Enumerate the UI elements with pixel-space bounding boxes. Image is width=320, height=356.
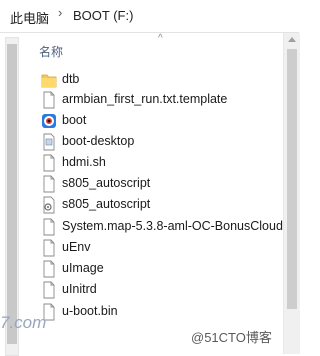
- file-name: uEnv: [62, 240, 91, 254]
- file-name: hdmi.sh: [62, 155, 106, 169]
- navigation-scrollbar-thumb[interactable]: [7, 44, 17, 344]
- list-item[interactable]: hdmi.sh: [24, 153, 280, 173]
- config-file-icon: [43, 196, 55, 214]
- list-item[interactable]: s805_autoscript: [24, 195, 280, 215]
- text-file-icon: [43, 239, 55, 257]
- image-file-icon: [43, 133, 55, 151]
- file-name: u-boot.bin: [62, 304, 118, 318]
- text-file-icon: [43, 218, 55, 236]
- watermark-left: 7.com: [0, 313, 47, 332]
- file-name: uInitrd: [62, 282, 97, 296]
- scroll-up-arrow-icon[interactable]: [288, 37, 296, 42]
- navigation-scrollbar[interactable]: [5, 37, 19, 356]
- explorer-pane: 名称 ^ dtb armbian_first_run.txt.template: [0, 33, 300, 356]
- list-item[interactable]: boot: [24, 111, 280, 131]
- text-file-icon: [43, 260, 55, 278]
- folder-icon: [41, 74, 57, 88]
- column-header-label: 名称: [39, 45, 64, 59]
- list-item[interactable]: System.map-5.3.8-aml-OC-BonusCloud: [24, 217, 283, 237]
- file-name: dtb: [62, 72, 80, 86]
- text-file-icon: [43, 154, 55, 172]
- navigation-pane: [0, 33, 22, 356]
- file-name: armbian_first_run.txt.template: [62, 92, 228, 106]
- breadcrumb-this-pc[interactable]: 此电脑: [10, 8, 49, 27]
- text-file-icon: [43, 175, 55, 193]
- watermark-right: @51CTO博客: [191, 330, 272, 345]
- file-name: s805_autoscript: [62, 176, 151, 190]
- list-item[interactable]: u-boot.bin: [24, 302, 280, 322]
- file-list: 名称 ^ dtb armbian_first_run.txt.template: [24, 33, 283, 354]
- list-item[interactable]: boot-desktop: [24, 132, 280, 152]
- text-file-icon: [43, 281, 55, 299]
- vertical-scrollbar[interactable]: [283, 33, 300, 354]
- list-item[interactable]: uEnv: [24, 238, 280, 258]
- file-name: uImage: [62, 261, 104, 275]
- list-item[interactable]: armbian_first_run.txt.template: [24, 90, 280, 110]
- vertical-scrollbar-thumb[interactable]: [287, 49, 297, 309]
- file-name: s805_autoscript: [62, 197, 151, 211]
- list-item[interactable]: uImage: [24, 259, 280, 279]
- file-name: boot: [62, 113, 87, 127]
- list-item[interactable]: s805_autoscript: [24, 174, 280, 194]
- sort-ascending-icon: ^: [158, 33, 163, 44]
- file-name: System.map-5.3.8-aml-OC-BonusCloud: [62, 219, 283, 233]
- text-file-icon: [43, 91, 55, 109]
- list-item[interactable]: uInitrd: [24, 280, 280, 300]
- column-header-name[interactable]: 名称 ^: [24, 33, 280, 61]
- breadcrumb-separator-icon[interactable]: ›: [58, 5, 62, 20]
- address-bar[interactable]: 此电脑 › BOOT (F:): [0, 0, 299, 33]
- breadcrumb-boot-drive[interactable]: BOOT (F:): [73, 8, 133, 23]
- app-image-icon: [42, 114, 56, 128]
- list-item[interactable]: dtb: [24, 70, 280, 90]
- file-name: boot-desktop: [62, 134, 135, 148]
